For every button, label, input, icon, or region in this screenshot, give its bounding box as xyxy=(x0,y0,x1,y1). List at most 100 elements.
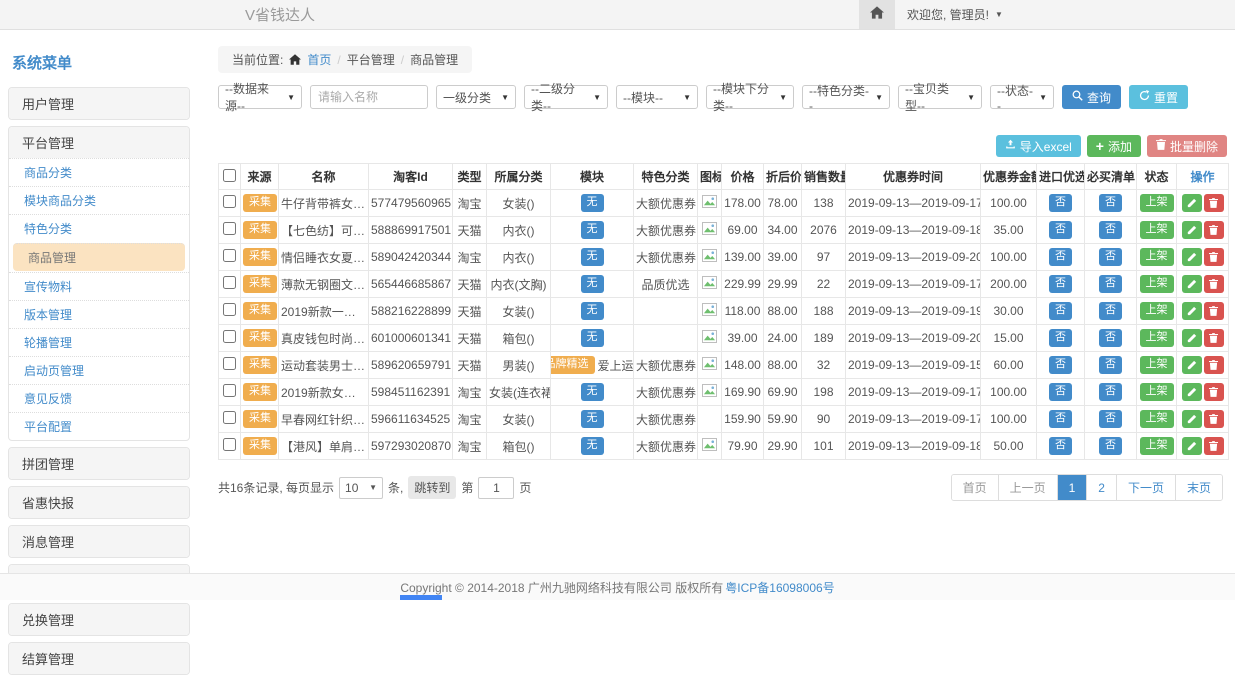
icp-link[interactable]: 粤ICP备16098006号 xyxy=(725,579,834,596)
delete-button[interactable] xyxy=(1204,356,1224,374)
level2-category-select[interactable]: --二级分类--▼ xyxy=(524,85,608,109)
import-select-badge[interactable]: 否 xyxy=(1049,248,1072,265)
sidebar-item[interactable]: 平台配置 xyxy=(9,412,189,440)
import-select-badge[interactable]: 否 xyxy=(1049,383,1072,400)
page-button[interactable]: 下一页 xyxy=(1116,475,1175,500)
status-badge[interactable]: 上架 xyxy=(1140,302,1174,319)
page-button[interactable]: 2 xyxy=(1086,475,1116,500)
sidebar-group-header[interactable]: 消息管理 xyxy=(9,526,189,557)
sidebar-item[interactable]: 商品分类 xyxy=(9,158,189,186)
sidebar-group-header[interactable]: 省惠快报 xyxy=(9,487,189,518)
row-checkbox[interactable] xyxy=(223,276,236,289)
must-buy-badge[interactable]: 否 xyxy=(1099,329,1122,346)
page-button[interactable]: 首页 xyxy=(952,475,998,500)
edit-button[interactable] xyxy=(1182,356,1202,374)
row-checkbox[interactable] xyxy=(223,222,236,235)
item-type-select[interactable]: --宝贝类型--▼ xyxy=(898,85,982,109)
page-button[interactable]: 1 xyxy=(1057,475,1087,500)
edit-button[interactable] xyxy=(1182,194,1202,212)
row-checkbox[interactable] xyxy=(223,357,236,370)
sidebar-item[interactable]: 版本管理 xyxy=(9,300,189,328)
edit-button[interactable] xyxy=(1182,275,1202,293)
row-checkbox[interactable] xyxy=(223,249,236,262)
sidebar-group-header[interactable]: 兑换管理 xyxy=(9,604,189,635)
import-select-badge[interactable]: 否 xyxy=(1049,356,1072,373)
status-badge[interactable]: 上架 xyxy=(1140,275,1174,292)
batch-delete-button[interactable]: 批量删除 xyxy=(1147,135,1227,157)
must-buy-badge[interactable]: 否 xyxy=(1099,383,1122,400)
status-badge[interactable]: 上架 xyxy=(1140,437,1174,454)
sidebar-group-header[interactable]: 拼团管理 xyxy=(9,448,189,479)
status-badge[interactable]: 上架 xyxy=(1140,356,1174,373)
sidebar-item[interactable]: 启动页管理 xyxy=(9,356,189,384)
edit-button[interactable] xyxy=(1182,383,1202,401)
must-buy-badge[interactable]: 否 xyxy=(1099,302,1122,319)
add-button[interactable]: + 添加 xyxy=(1087,135,1141,157)
edit-button[interactable] xyxy=(1182,437,1202,455)
search-button[interactable]: 查询 xyxy=(1062,85,1121,109)
delete-button[interactable] xyxy=(1204,194,1224,212)
data-source-select[interactable]: --数据来源--▼ xyxy=(218,85,302,109)
status-badge[interactable]: 上架 xyxy=(1140,383,1174,400)
module-select[interactable]: --模块--▼ xyxy=(616,85,698,109)
import-select-badge[interactable]: 否 xyxy=(1049,275,1072,292)
import-select-badge[interactable]: 否 xyxy=(1049,329,1072,346)
status-badge[interactable]: 上架 xyxy=(1140,221,1174,238)
status-badge[interactable]: 上架 xyxy=(1140,248,1174,265)
sidebar-group-header[interactable]: 平台管理 xyxy=(9,127,189,158)
select-all-checkbox[interactable] xyxy=(223,169,236,182)
module-subcategory-select[interactable]: --模块下分类--▼ xyxy=(706,85,794,109)
row-checkbox[interactable] xyxy=(223,438,236,451)
edit-button[interactable] xyxy=(1182,248,1202,266)
feature-category-select[interactable]: --特色分类--▼ xyxy=(802,85,890,109)
must-buy-badge[interactable]: 否 xyxy=(1099,194,1122,211)
must-buy-badge[interactable]: 否 xyxy=(1099,248,1122,265)
horizontal-scrollbar-thumb[interactable] xyxy=(400,595,442,600)
delete-button[interactable] xyxy=(1204,275,1224,293)
status-badge[interactable]: 上架 xyxy=(1140,194,1174,211)
status-badge[interactable]: 上架 xyxy=(1140,410,1174,427)
import-excel-button[interactable]: 导入excel xyxy=(996,135,1081,157)
sidebar-item[interactable]: 意见反馈 xyxy=(9,384,189,412)
row-checkbox[interactable] xyxy=(223,411,236,424)
delete-button[interactable] xyxy=(1204,383,1224,401)
sidebar-item[interactable]: 轮播管理 xyxy=(9,328,189,356)
edit-button[interactable] xyxy=(1182,221,1202,239)
sidebar-item[interactable]: 宣传物料 xyxy=(9,272,189,300)
sidebar-item[interactable]: 模块商品分类 xyxy=(9,186,189,214)
row-checkbox[interactable] xyxy=(223,384,236,397)
must-buy-badge[interactable]: 否 xyxy=(1099,356,1122,373)
breadcrumb-home-link[interactable]: 首页 xyxy=(307,51,331,68)
delete-button[interactable] xyxy=(1204,329,1224,347)
must-buy-badge[interactable]: 否 xyxy=(1099,410,1122,427)
user-menu[interactable]: 欢迎您, 管理员! ▼ xyxy=(895,6,1235,23)
row-checkbox[interactable] xyxy=(223,330,236,343)
jump-button[interactable]: 跳转到 xyxy=(408,476,456,499)
must-buy-badge[interactable]: 否 xyxy=(1099,437,1122,454)
status-select[interactable]: --状态--▼ xyxy=(990,85,1054,109)
import-select-badge[interactable]: 否 xyxy=(1049,302,1072,319)
must-buy-badge[interactable]: 否 xyxy=(1099,221,1122,238)
sidebar-group-header[interactable]: 结算管理 xyxy=(9,643,189,674)
sidebar-item[interactable]: 特色分类 xyxy=(9,214,189,242)
status-badge[interactable]: 上架 xyxy=(1140,329,1174,346)
import-select-badge[interactable]: 否 xyxy=(1049,194,1072,211)
per-page-select[interactable]: 10 ▼ xyxy=(339,477,383,499)
jump-page-input[interactable] xyxy=(478,477,514,499)
import-select-badge[interactable]: 否 xyxy=(1049,221,1072,238)
edit-button[interactable] xyxy=(1182,302,1202,320)
delete-button[interactable] xyxy=(1204,410,1224,428)
page-button[interactable]: 末页 xyxy=(1175,475,1222,500)
level1-category-select[interactable]: 一级分类▼ xyxy=(436,85,516,109)
must-buy-badge[interactable]: 否 xyxy=(1099,275,1122,292)
import-select-badge[interactable]: 否 xyxy=(1049,437,1072,454)
delete-button[interactable] xyxy=(1204,248,1224,266)
import-select-badge[interactable]: 否 xyxy=(1049,410,1072,427)
sidebar-item[interactable]: 商品管理 xyxy=(13,243,185,271)
edit-button[interactable] xyxy=(1182,329,1202,347)
delete-button[interactable] xyxy=(1204,302,1224,320)
reset-button[interactable]: 重置 xyxy=(1129,85,1188,109)
row-checkbox[interactable] xyxy=(223,303,236,316)
edit-button[interactable] xyxy=(1182,410,1202,428)
sidebar-group-header[interactable]: 用户管理 xyxy=(9,88,189,119)
